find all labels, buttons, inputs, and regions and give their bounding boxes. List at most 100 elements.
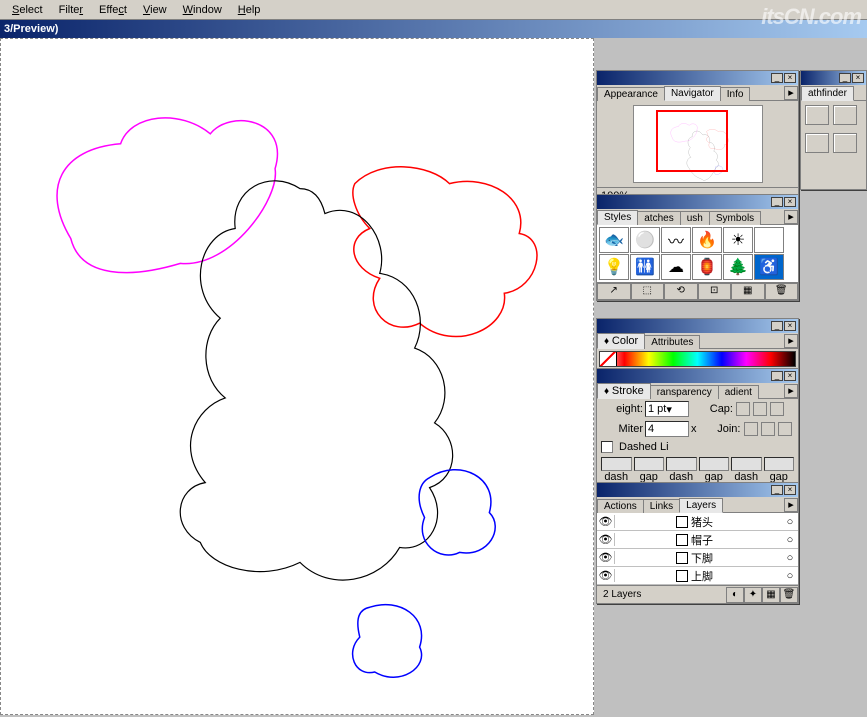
visibility-icon[interactable]: 👁 xyxy=(597,533,615,546)
tab-info[interactable]: Info xyxy=(720,87,751,101)
navigator-viewbox[interactable] xyxy=(656,110,728,172)
join-bevel-btn[interactable] xyxy=(778,422,792,436)
symbol-item[interactable]: ☀ xyxy=(723,227,753,253)
minimize-icon[interactable]: _ xyxy=(771,73,783,83)
tab-color[interactable]: ♦ Color xyxy=(597,333,645,349)
target-icon[interactable]: ○ xyxy=(782,516,798,528)
panel-titlebar[interactable]: _ × xyxy=(597,71,798,85)
cap-butt-btn[interactable] xyxy=(736,402,750,416)
symbol-item[interactable]: ☁ xyxy=(661,254,691,280)
dash-input[interactable] xyxy=(764,457,795,471)
dashed-checkbox[interactable] xyxy=(601,441,613,453)
join-round-btn[interactable] xyxy=(761,422,775,436)
miter-input[interactable]: 4 xyxy=(645,421,689,437)
tab-pathfinder[interactable]: athfinder xyxy=(801,86,854,101)
menu-filter[interactable]: Filter xyxy=(51,2,91,18)
pathfinder-btn[interactable] xyxy=(805,105,829,125)
tab-stroke[interactable]: ♦ Stroke xyxy=(597,383,651,399)
symbol-item[interactable]: 🌲 xyxy=(723,254,753,280)
close-icon[interactable]: × xyxy=(784,197,796,207)
panel-titlebar[interactable]: _ × xyxy=(597,369,798,383)
dash-input[interactable] xyxy=(634,457,665,471)
tab-symbols[interactable]: Symbols xyxy=(709,211,761,225)
symbol-item[interactable]: 🔥 xyxy=(692,227,722,253)
dash-input[interactable] xyxy=(731,457,762,471)
layer-name[interactable]: 帽子 xyxy=(691,532,782,548)
make-clipping-btn[interactable]: ◐ xyxy=(726,587,744,603)
layer-row[interactable]: 👁 上脚 ○ xyxy=(597,567,798,585)
panel-menu-icon[interactable]: ▸ xyxy=(784,334,798,348)
symbol-item[interactable]: ⚪ xyxy=(630,227,660,253)
minimize-icon[interactable]: _ xyxy=(839,73,851,83)
target-icon[interactable]: ○ xyxy=(782,552,798,564)
symbol-item[interactable]: 🐟 xyxy=(599,227,629,253)
dash-input[interactable] xyxy=(601,457,632,471)
tab-gradient[interactable]: adient xyxy=(718,385,759,399)
tab-navigator[interactable]: Navigator xyxy=(664,86,721,101)
weight-input[interactable]: 1 pt ▾ xyxy=(645,401,689,417)
symbol-tool-btn[interactable]: ↗ xyxy=(597,283,631,300)
layer-name[interactable]: 下脚 xyxy=(691,550,782,566)
cap-round-btn[interactable] xyxy=(753,402,767,416)
new-sublayer-btn[interactable]: ✦ xyxy=(744,587,762,603)
menu-select[interactable]: SSelectelect xyxy=(4,2,51,18)
new-layer-btn[interactable]: ▦ xyxy=(762,587,780,603)
minimize-icon[interactable]: _ xyxy=(771,485,783,495)
symbol-item[interactable]: ♿ xyxy=(754,254,784,280)
panel-titlebar[interactable]: _ × xyxy=(597,195,798,209)
minimize-icon[interactable]: _ xyxy=(771,321,783,331)
menu-view[interactable]: View xyxy=(135,2,175,18)
tab-styles[interactable]: Styles xyxy=(597,210,638,225)
delete-symbol-btn[interactable]: 🗑 xyxy=(765,283,799,300)
tab-actions[interactable]: Actions xyxy=(597,499,644,513)
panel-menu-icon[interactable]: ▸ xyxy=(784,210,798,224)
tab-attributes[interactable]: Attributes xyxy=(644,335,700,349)
minimize-icon[interactable]: _ xyxy=(771,371,783,381)
join-miter-btn[interactable] xyxy=(744,422,758,436)
panel-titlebar[interactable]: _ × xyxy=(597,483,798,497)
visibility-icon[interactable]: 👁 xyxy=(597,515,615,528)
navigator-thumbnail[interactable] xyxy=(633,105,763,183)
menu-effect[interactable]: Effect xyxy=(91,2,135,18)
target-icon[interactable]: ○ xyxy=(782,570,798,582)
target-icon[interactable]: ○ xyxy=(782,534,798,546)
symbol-item[interactable]: 〰 xyxy=(661,227,691,253)
tab-swatches[interactable]: atches xyxy=(637,211,680,225)
panel-menu-icon[interactable]: ▸ xyxy=(784,384,798,398)
close-icon[interactable]: × xyxy=(784,321,796,331)
symbol-item[interactable]: 🚻 xyxy=(630,254,660,280)
color-spectrum[interactable] xyxy=(599,351,796,367)
new-symbol-btn[interactable]: ▦ xyxy=(731,283,765,300)
layer-row[interactable]: 👁 下脚 ○ xyxy=(597,549,798,567)
menu-window[interactable]: Window xyxy=(175,2,230,18)
symbol-tool-btn[interactable]: ⟲ xyxy=(664,283,698,300)
pathfinder-btn[interactable] xyxy=(833,105,857,125)
symbol-tool-btn[interactable]: ⊡ xyxy=(698,283,732,300)
tab-layers[interactable]: Layers xyxy=(679,498,723,513)
symbol-tool-btn[interactable]: ⬚ xyxy=(631,283,665,300)
layer-row[interactable]: 👁 帽子 ○ xyxy=(597,531,798,549)
visibility-icon[interactable]: 👁 xyxy=(597,551,615,564)
close-icon[interactable]: × xyxy=(784,485,796,495)
pathfinder-btn[interactable] xyxy=(805,133,829,153)
symbol-item[interactable]: 🏮 xyxy=(692,254,722,280)
pathfinder-btn[interactable] xyxy=(833,133,857,153)
layer-row[interactable]: 👁 猪头 ○ xyxy=(597,513,798,531)
delete-layer-btn[interactable]: 🗑 xyxy=(780,587,798,603)
panel-titlebar[interactable]: _ × xyxy=(801,71,866,85)
layer-name[interactable]: 上脚 xyxy=(691,568,782,584)
minimize-icon[interactable]: _ xyxy=(771,197,783,207)
dash-input[interactable] xyxy=(666,457,697,471)
close-icon[interactable]: × xyxy=(784,371,796,381)
panel-menu-icon[interactable]: ▸ xyxy=(784,498,798,512)
symbol-item[interactable]: 💡 xyxy=(599,254,629,280)
dash-input[interactable] xyxy=(699,457,730,471)
artboard[interactable] xyxy=(0,38,594,715)
close-icon[interactable]: × xyxy=(852,73,864,83)
tab-transparency[interactable]: ransparency xyxy=(650,385,719,399)
tab-appearance[interactable]: Appearance xyxy=(597,87,665,101)
panel-titlebar[interactable]: _ × xyxy=(597,319,798,333)
layer-name[interactable]: 猪头 xyxy=(691,514,782,530)
tab-links[interactable]: Links xyxy=(643,499,680,513)
tab-brushes[interactable]: ush xyxy=(680,211,710,225)
